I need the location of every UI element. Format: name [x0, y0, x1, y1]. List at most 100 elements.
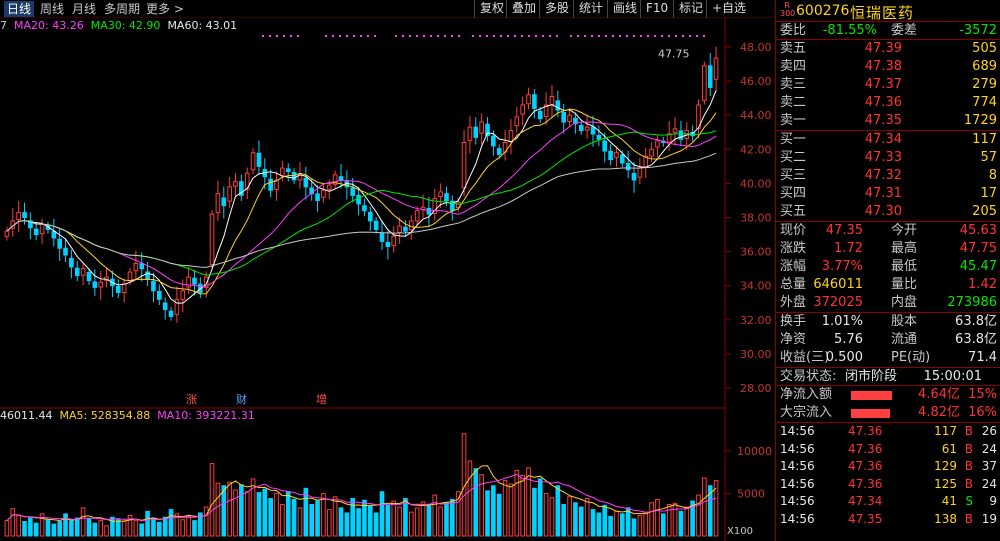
multi-stock-button[interactable]: 多股: [539, 0, 574, 18]
tab-monthly[interactable]: 月线: [72, 1, 96, 17]
volume-bar: [584, 498, 590, 537]
mark-button[interactable]: 标记: [673, 0, 708, 18]
signal-dot: [395, 35, 397, 37]
volume-bar: [473, 468, 479, 537]
candle-body: [397, 225, 402, 234]
restore-rights-button[interactable]: 复权: [474, 0, 509, 18]
candle-body: [321, 189, 326, 198]
volume-bar: [684, 506, 690, 537]
tab-weekly[interactable]: 周线: [40, 1, 64, 17]
add-watchlist-button[interactable]: +自选: [706, 0, 751, 18]
volume-bar: [121, 521, 127, 537]
bid-price: 47.30: [864, 204, 902, 219]
volume-bar: [379, 491, 385, 537]
tick-row: 14:56 47.35 138 B 19: [776, 511, 1000, 529]
event-marker: 增: [316, 392, 327, 406]
candle-body: [625, 163, 631, 171]
volume-bar: [426, 503, 432, 537]
volume-bar: [356, 508, 361, 537]
volume-bar: [649, 502, 654, 537]
kline-chart[interactable]: 48.00 46.00 44.00 42.00 40.00 38.00 36.00 34.00…: [0, 18, 775, 541]
tick-row: 14:56 47.36 61 B 24: [776, 441, 1000, 459]
bid-row[interactable]: 买一 47.34 117: [776, 131, 1000, 149]
candle-body: [707, 65, 713, 88]
volume-bar: [69, 520, 74, 537]
draw-line-button[interactable]: 画线: [607, 0, 642, 18]
volume-bar: [10, 508, 16, 537]
fund-flow-row: 大宗流入 4.82亿 16%: [776, 404, 1000, 422]
volume-bar: [414, 507, 420, 537]
candle-body: [315, 193, 320, 201]
weibi-row: 委比 -81.55% 委差 -3572: [776, 22, 1000, 40]
volume-bar: [567, 496, 572, 537]
bid-volume: 117: [972, 132, 997, 147]
volume-bar: [209, 463, 215, 537]
vol-ma5-line: [6, 465, 717, 522]
ask-price: 47.37: [864, 77, 902, 92]
flow-amount: 4.82亿: [918, 405, 960, 420]
fund-value: 1.01%: [821, 314, 863, 329]
volume-bar: [309, 503, 315, 537]
candle-body: [520, 104, 525, 115]
ask-row[interactable]: 卖五 47.39 505: [776, 40, 1000, 58]
tick-price: 47.36: [848, 459, 883, 473]
candle-body: [4, 230, 10, 237]
y-tick-label: 46.00: [740, 75, 772, 88]
candle-body: [602, 140, 608, 152]
volume-bar: [614, 510, 619, 537]
volume-bar: [280, 503, 285, 537]
volume-bar: [508, 483, 514, 537]
signal-dot: [346, 35, 348, 37]
ask-level-label: 卖三: [780, 77, 807, 92]
quote-row: 现价 47.35 今开 45.63: [776, 222, 1000, 240]
volume-bar: [268, 498, 273, 537]
fund-value: 0.500: [825, 350, 863, 365]
volume-bar: [350, 498, 356, 537]
volume-bar: [33, 522, 39, 537]
signal-dot: [577, 35, 579, 37]
ask-row[interactable]: 卖三 47.37 279: [776, 76, 1000, 94]
overlay-button[interactable]: 叠加: [506, 0, 541, 18]
stats-button[interactable]: 统计: [573, 0, 608, 18]
bid-row[interactable]: 买二 47.33 57: [776, 149, 1000, 167]
candle-body: [285, 168, 291, 172]
candle-body: [414, 210, 420, 222]
quote-value-2: 1.42: [968, 277, 997, 292]
tick-count: 24: [981, 476, 997, 491]
quote-label-2: 今开: [891, 223, 918, 238]
signal-dot: [276, 35, 278, 37]
quote-label: 涨跌: [780, 241, 807, 256]
tab-daily[interactable]: 日线: [4, 1, 35, 17]
fund-value-2: 63.8亿: [955, 314, 997, 329]
volume-bar: [408, 511, 414, 537]
candle-body: [69, 257, 74, 268]
volume-bar: [573, 502, 578, 537]
volume-bar: [590, 509, 596, 537]
volume-bar: [666, 503, 672, 537]
ask-volume: 774: [972, 95, 997, 110]
ask-row[interactable]: 卖一 47.35 1729: [776, 112, 1000, 130]
bid-row[interactable]: 买五 47.30 205: [776, 203, 1000, 221]
bid-row[interactable]: 买三 47.32 8: [776, 167, 1000, 185]
signal-dot: [535, 35, 537, 37]
candle-body: [362, 205, 367, 212]
volume-bar: [274, 492, 279, 537]
candle-body: [619, 154, 625, 164]
f10-button[interactable]: F10: [640, 0, 673, 18]
signal-dot: [626, 35, 628, 37]
y-tick-label: 34.00: [740, 280, 772, 293]
more-menu[interactable]: 更多 >: [146, 1, 184, 17]
signal-dot: [689, 35, 691, 37]
ask-row[interactable]: 卖四 47.38 689: [776, 58, 1000, 76]
candle-body: [33, 228, 39, 236]
tick-count: 19: [981, 511, 997, 526]
tick-list[interactable]: 14:56 47.36 117 B 26 14:56 47.36 61 B 24 14:56 47.3…: [776, 423, 1000, 528]
candle-body: [473, 126, 479, 138]
tab-multi-period[interactable]: 多周期: [104, 1, 140, 17]
bid-row[interactable]: 买四 47.31 17: [776, 185, 1000, 203]
flow-percent: 16%: [968, 405, 997, 420]
volume-bar: [63, 513, 68, 537]
bid-level-label: 买三: [780, 168, 807, 183]
ask-volume: 1729: [963, 113, 997, 128]
ask-row[interactable]: 卖二 47.36 774: [776, 94, 1000, 112]
